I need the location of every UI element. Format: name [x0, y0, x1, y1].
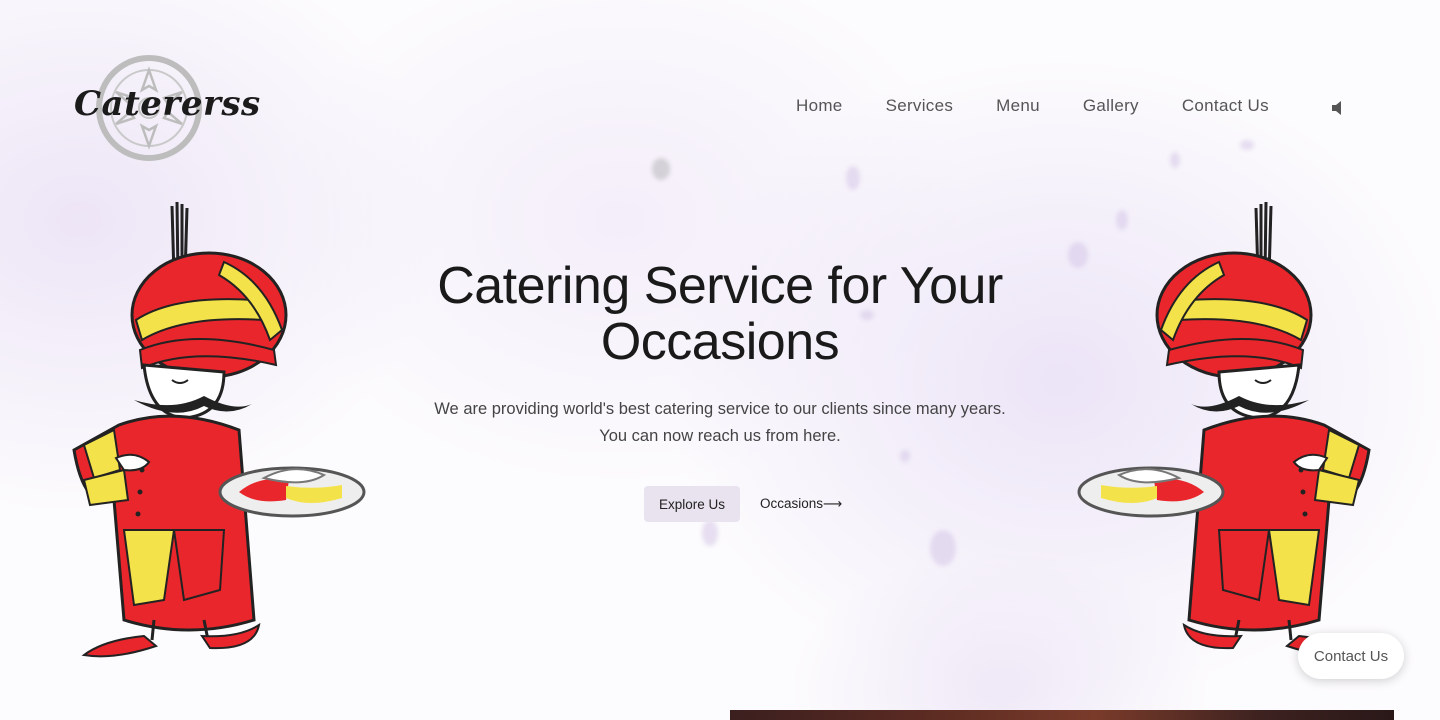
gallery-image-preview	[730, 710, 1394, 720]
floating-contact-button[interactable]: Contact Us	[1298, 633, 1404, 679]
hero-title: Catering Service for Your Occasions	[437, 257, 1003, 371]
brand-logo[interactable]: Catererss	[74, 50, 261, 166]
occasions-link[interactable]: Occasions⟶	[760, 486, 842, 522]
nav-menu[interactable]: Menu	[996, 96, 1040, 116]
speaker-icon[interactable]	[1330, 99, 1346, 117]
nav-contact-us[interactable]: Contact Us	[1182, 96, 1269, 116]
brand-name: Catererss	[74, 84, 261, 124]
chef-mascot-left	[24, 200, 369, 667]
nav-home[interactable]: Home	[796, 96, 843, 116]
explore-us-button[interactable]: Explore Us	[644, 486, 740, 522]
nav-services[interactable]: Services	[886, 96, 954, 116]
nav-gallery[interactable]: Gallery	[1083, 96, 1139, 116]
main-nav: Home Services Menu Gallery Contact Us	[796, 96, 1312, 116]
chef-mascot-right	[1074, 200, 1419, 667]
hero-subtitle: We are providing world's best catering s…	[434, 400, 1006, 445]
